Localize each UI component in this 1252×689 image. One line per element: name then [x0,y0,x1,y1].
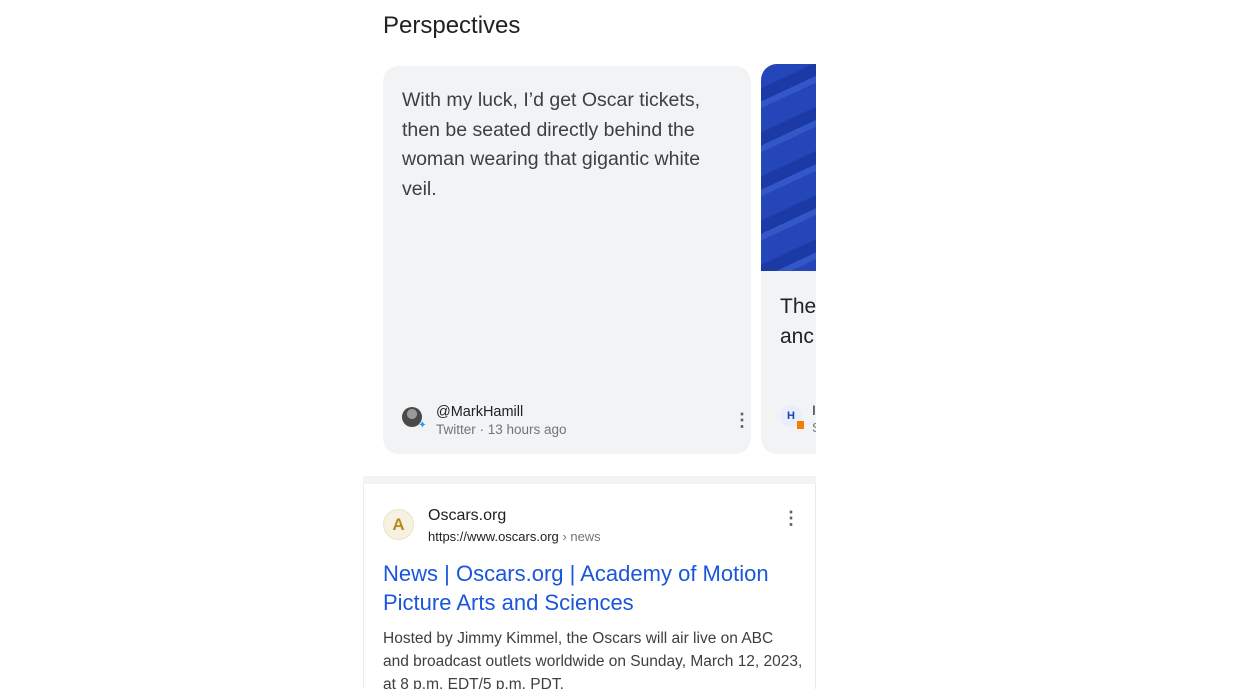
card-source-meta: S [812,420,816,435]
section-divider [363,476,816,484]
result-snippet: Hosted by Jimmy Kimmel, the Oscars will … [383,630,803,689]
tweet-text: With my luck, I’d get Oscar tickets, the… [402,89,701,200]
bookmark-icon [797,421,804,429]
author-handle: @MarkHamill [436,404,524,420]
perspectives-heading: Perspectives [383,12,521,39]
card-source-name: I [812,402,816,418]
result-site-name[interactable]: Oscars.org [428,507,506,525]
tweet-author: ✦ @MarkHamill Twitter · 13 hours ago ⋮ [402,398,751,438]
tweet-meta: Twitter · 13 hours ago [436,422,567,437]
perspective-card-next[interactable]: The anc H I S [761,64,816,454]
result-url-host: https://www.oscars.org [428,529,559,544]
card-thumbnail-image [761,64,816,271]
result-title-link[interactable]: News | Oscars.org | Academy of Motion Pi… [383,559,803,617]
more-vert-icon[interactable]: ⋮ [781,508,801,528]
card-title-line-2: anc [780,325,814,348]
oscars-logo-icon: A [383,509,414,540]
perspective-card-tweet[interactable]: With my luck, I’d get Oscar tickets, the… [383,66,751,454]
perspectives-carousel[interactable]: With my luck, I’d get Oscar tickets, the… [363,64,816,456]
twitter-icon: ✦ [418,420,427,431]
result-url[interactable]: https://www.oscars.org › news [428,529,601,544]
card-title-line-1: The [780,295,816,318]
more-vert-icon[interactable]: ⋮ [732,410,752,430]
card-title-partial: The anc [780,292,816,352]
result-url-crumb: › news [558,529,601,544]
search-results-viewport: Perspectives With my luck, I’d get Oscar… [363,0,816,689]
search-result-oscars: A Oscars.org https://www.oscars.org › ne… [363,484,816,689]
